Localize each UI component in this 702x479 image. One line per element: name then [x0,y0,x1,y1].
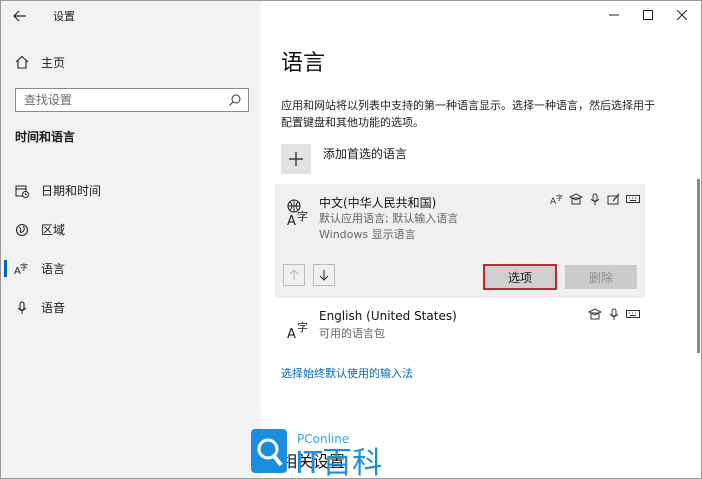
sidebar-item-label: 语言 [41,262,66,276]
section-title: 时间和语言 [15,130,76,144]
language-name: English (United States) [319,309,457,323]
pconline-watermark-logo: PConline IT百科 [251,427,411,479]
speech-icon [568,192,584,206]
back-arrow-icon[interactable] [7,5,33,27]
language-globe-icon: A 字 [285,198,315,229]
svg-text:A: A [287,327,296,341]
options-button[interactable]: 选项 [483,264,557,290]
language-icon: A字 [13,260,31,278]
sidebar-item-region[interactable]: 区域 [1,210,261,249]
window-title: 设置 [53,10,75,23]
home-label: 主页 [41,55,66,70]
add-language-label: 添加首选的语言 [323,147,408,161]
search-icon[interactable] [228,93,242,110]
scrollbar[interactable] [697,179,700,353]
calendar-clock-icon [13,182,31,200]
language-item-chinese[interactable]: A 字 中文(中华人民共和国) 默认应用语言; 默认输入语言 Windows 显… [275,184,645,298]
maximize-icon[interactable] [631,4,665,26]
page-description: 应用和网站将以列表中支持的第一种语言显示。选择一种语言，然后选择用于配置键盘和其… [281,99,655,129]
language-icon: A 字 [285,311,315,342]
language-status-2: Windows 显示语言 [319,228,416,241]
home-icon [13,53,31,71]
window-controls [597,4,699,26]
handwriting-icon [606,192,622,206]
svg-text:PConline: PConline [297,432,349,446]
language-status: 可用的语言包 [319,327,385,340]
language-status: 默认应用语言; 默认输入语言 [319,212,459,225]
arrow-down-icon [319,270,329,281]
keyboard-icon [625,307,641,321]
sidebar-item-date-time[interactable]: 日期和时间 [1,171,261,210]
minimize-icon[interactable] [597,4,631,26]
sidebar-item-language[interactable]: A字 语言 [1,249,261,288]
arrow-up-icon [289,269,299,280]
sidebar-item-label: 语音 [41,301,66,315]
svg-text:字: 字 [20,262,28,272]
svg-text:字: 字 [556,193,563,202]
keyboard-icon [625,192,641,206]
main-pane: 语言 应用和网站将以列表中支持的第一种语言显示。选择一种语言，然后选择用于配置键… [261,1,701,478]
search-input[interactable] [16,89,216,111]
search-field[interactable] [15,88,249,112]
move-down-button[interactable] [313,264,335,286]
page-title: 语言 [281,51,326,76]
add-language-button[interactable]: 添加首选的语言 [281,144,407,174]
input-method-link[interactable]: 选择始终默认使用的输入法 [281,365,413,381]
move-up-button[interactable] [283,264,305,286]
sidebar-item-home[interactable]: 主页 [13,51,253,73]
feature-icons [587,307,641,321]
feature-icons: A字 [549,192,641,206]
microphone-icon [606,307,622,321]
svg-text:A: A [287,214,296,228]
speech-icon [587,307,603,321]
sidebar-item-label: 日期和时间 [41,184,102,198]
plus-icon [281,144,311,174]
language-name: 中文(中华人民共和国) [319,196,437,210]
remove-button[interactable]: 删除 [565,265,637,289]
globe-region-icon [13,221,31,239]
display-language-icon: A字 [549,192,565,206]
language-item-english[interactable]: A 字 English (United States) 可用的语言包 [275,301,645,347]
svg-text:字: 字 [297,320,308,334]
microphone-icon [587,192,603,206]
nav-list: 日期和时间 区域 A字 语言 语音 [1,171,261,327]
svg-text:IT百科: IT百科 [295,446,382,479]
svg-text:字: 字 [297,209,308,223]
sidebar: 设置 主页 时间和语言 日期和时间 [1,1,261,478]
settings-window: 设置 主页 时间和语言 日期和时间 [0,0,702,479]
microphone-icon [13,299,31,317]
close-icon[interactable] [665,4,699,26]
sidebar-item-label: 区域 [41,223,66,237]
sidebar-item-speech[interactable]: 语音 [1,288,261,327]
